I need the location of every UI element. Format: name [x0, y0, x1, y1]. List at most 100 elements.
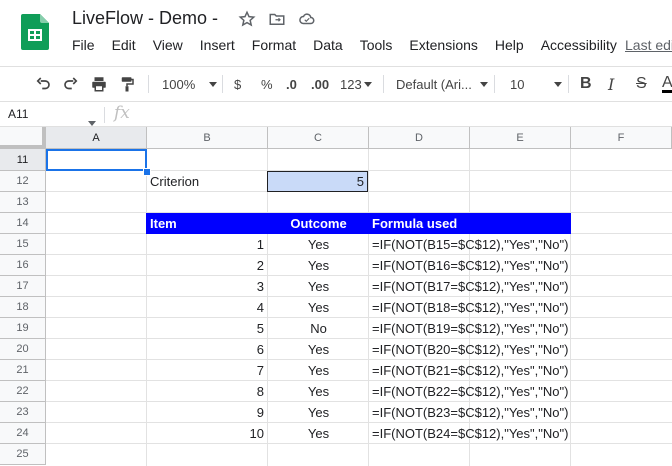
increase-decimal-button[interactable]: .00	[311, 75, 329, 93]
item-cell[interactable]: 10	[147, 423, 264, 444]
column-header-a[interactable]: A	[46, 127, 147, 149]
menu-edit[interactable]: Edit	[112, 37, 136, 53]
row-header-13[interactable]: 13	[0, 192, 46, 213]
font-size-value: 10	[510, 76, 525, 92]
selected-cell-a11[interactable]	[46, 149, 147, 171]
menu-file[interactable]: File	[72, 37, 95, 53]
cloud-status-icon[interactable]	[298, 10, 318, 30]
criterion-value-cell[interactable]: 5	[267, 171, 368, 192]
sheets-logo-icon[interactable]	[21, 14, 49, 50]
row-header-14[interactable]: 14	[0, 213, 46, 234]
percent-format-button[interactable]: %	[261, 75, 273, 93]
criterion-label[interactable]: Criterion	[150, 171, 199, 192]
row-header-21[interactable]: 21	[0, 360, 46, 381]
increase-decimal-label: .00	[311, 76, 330, 92]
outcome-cell[interactable]: Yes	[268, 360, 369, 381]
outcome-cell[interactable]: Yes	[268, 234, 369, 255]
zoom-select[interactable]: 100%	[162, 75, 218, 93]
menu-bar: File Edit View Insert Format Data Tools …	[72, 37, 634, 53]
column-header-e[interactable]: E	[470, 127, 571, 149]
menu-format[interactable]: Format	[252, 37, 296, 53]
formula-cell[interactable]: =IF(NOT(B22=$C$12),"Yes","No")	[372, 381, 568, 402]
item-cell[interactable]: 4	[147, 297, 264, 318]
header-formula[interactable]: Formula used	[372, 213, 457, 234]
formula-cell[interactable]: =IF(NOT(B19=$C$12),"Yes","No")	[372, 318, 568, 339]
outcome-cell[interactable]: Yes	[268, 381, 369, 402]
decrease-decimal-button[interactable]: .0	[286, 75, 297, 93]
column-header-d[interactable]: D	[369, 127, 470, 149]
row-header-11[interactable]: 11	[0, 149, 46, 171]
header-outcome[interactable]: Outcome	[268, 213, 369, 234]
item-cell[interactable]: 7	[147, 360, 264, 381]
row-header-18[interactable]: 18	[0, 297, 46, 318]
font-value: Default (Ari...	[396, 76, 472, 92]
column-header-b[interactable]: B	[147, 127, 268, 149]
font-select[interactable]: Default (Ari...	[396, 75, 488, 93]
row-header-25[interactable]: 25	[0, 444, 46, 465]
name-box[interactable]: A11	[8, 107, 28, 121]
outcome-cell[interactable]: Yes	[268, 339, 369, 360]
formula-cell[interactable]: =IF(NOT(B16=$C$12),"Yes","No")	[372, 255, 568, 276]
outcome-cell[interactable]: Yes	[268, 276, 369, 297]
strikethrough-button[interactable]: S	[636, 75, 647, 93]
menu-tools[interactable]: Tools	[360, 37, 393, 53]
formula-cell[interactable]: =IF(NOT(B15=$C$12),"Yes","No")	[372, 234, 568, 255]
move-folder-icon[interactable]	[268, 10, 288, 30]
menu-data[interactable]: Data	[313, 37, 343, 53]
outcome-cell[interactable]: No	[268, 318, 369, 339]
row-header-22[interactable]: 22	[0, 381, 46, 402]
item-cell[interactable]: 5	[147, 318, 264, 339]
text-color-button[interactable]: A	[662, 74, 672, 93]
italic-button[interactable]: I	[608, 75, 614, 94]
item-cell[interactable]: 6	[147, 339, 264, 360]
formula-cell[interactable]: =IF(NOT(B17=$C$12),"Yes","No")	[372, 276, 568, 297]
formula-cell[interactable]: =IF(NOT(B20=$C$12),"Yes","No")	[372, 339, 568, 360]
outcome-cell[interactable]: Yes	[268, 255, 369, 276]
document-title[interactable]: LiveFlow - Demo -	[72, 8, 218, 29]
formula-input[interactable]	[150, 107, 650, 123]
more-formats-label: 123	[340, 76, 362, 92]
paint-format-icon[interactable]	[118, 75, 136, 93]
formula-cell[interactable]: =IF(NOT(B23=$C$12),"Yes","No")	[372, 402, 568, 423]
row-header-17[interactable]: 17	[0, 276, 46, 297]
outcome-cell[interactable]: Yes	[268, 402, 369, 423]
undo-icon[interactable]	[34, 75, 52, 93]
print-icon[interactable]	[90, 75, 108, 93]
row-header-12[interactable]: 12	[0, 171, 46, 192]
bold-button[interactable]: B	[580, 75, 592, 93]
toolbar: 100% $ % .0 .00 123 Default (Ari... 10 B…	[0, 66, 672, 102]
row-header-19[interactable]: 19	[0, 318, 46, 339]
menu-insert[interactable]: Insert	[200, 37, 235, 53]
menu-extensions[interactable]: Extensions	[409, 37, 477, 53]
item-cell[interactable]: 1	[147, 234, 264, 255]
item-cell[interactable]: 8	[147, 381, 264, 402]
outcome-cell[interactable]: Yes	[268, 297, 369, 318]
row-header-24[interactable]: 24	[0, 423, 46, 444]
last-edit-link[interactable]: Last edi	[625, 37, 672, 53]
row-header-23[interactable]: 23	[0, 402, 46, 423]
chevron-down-icon	[554, 81, 563, 87]
item-cell[interactable]: 2	[147, 255, 264, 276]
star-icon[interactable]	[238, 10, 258, 30]
item-cell[interactable]: 3	[147, 276, 264, 297]
header-item[interactable]: Item	[150, 213, 177, 234]
currency-format-button[interactable]: $	[234, 75, 241, 93]
formula-cell[interactable]: =IF(NOT(B24=$C$12),"Yes","No")	[372, 423, 568, 444]
item-cell[interactable]: 9	[147, 402, 264, 423]
more-formats-select[interactable]: 123	[340, 75, 372, 93]
row-header-16[interactable]: 16	[0, 255, 46, 276]
fx-icon: fx	[114, 103, 130, 123]
formula-cell[interactable]: =IF(NOT(B21=$C$12),"Yes","No")	[372, 360, 568, 381]
font-size-select[interactable]: 10	[510, 75, 563, 93]
redo-icon[interactable]	[62, 75, 80, 93]
menu-help[interactable]: Help	[495, 37, 524, 53]
select-all-corner[interactable]	[0, 127, 46, 149]
formula-cell[interactable]: =IF(NOT(B18=$C$12),"Yes","No")	[372, 297, 568, 318]
outcome-cell[interactable]: Yes	[268, 423, 369, 444]
row-header-15[interactable]: 15	[0, 234, 46, 255]
column-header-c[interactable]: C	[268, 127, 369, 149]
column-header-f[interactable]: F	[571, 127, 672, 149]
menu-accessibility[interactable]: Accessibility	[541, 37, 617, 53]
menu-view[interactable]: View	[153, 37, 183, 53]
row-header-20[interactable]: 20	[0, 339, 46, 360]
